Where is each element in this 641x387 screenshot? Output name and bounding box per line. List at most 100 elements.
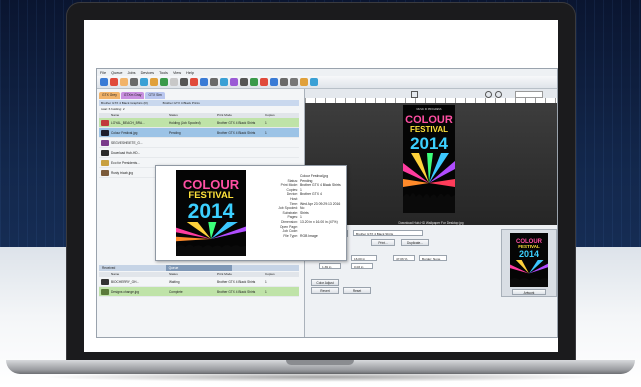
toolbar-icon-3[interactable]: [120, 78, 128, 86]
popup-line3: 2014: [187, 200, 235, 223]
menu-file[interactable]: File: [100, 71, 106, 75]
toolbar-icon-17[interactable]: [260, 78, 268, 86]
color-adjust-button[interactable]: Color Adjust: [311, 279, 339, 286]
duplicate-button[interactable]: Duplicate...: [401, 239, 429, 246]
cell-name: Designs change.jpg: [111, 289, 139, 294]
zoom-out-icon[interactable]: [495, 91, 502, 98]
job-thumbnail: [101, 169, 109, 176]
cell-mode: Brother GTX 4 Black Shirts: [217, 289, 256, 294]
toolbar-icon-15[interactable]: [240, 78, 248, 86]
menu-help[interactable]: Help: [186, 71, 194, 75]
job-info-list: Colour Festival.jpg Status: Pending Print M…: [266, 174, 344, 238]
toolbar-icon-18[interactable]: [270, 78, 278, 86]
table-row[interactable]: LOYAL_BEACH_BRA... Holding (Job Spooled) B…: [99, 118, 299, 128]
menu-queue[interactable]: Queue: [111, 71, 122, 75]
cell-copies: 1: [265, 130, 267, 135]
toolbar-icon-8[interactable]: [170, 78, 178, 86]
toolbar-icon-1[interactable]: [100, 78, 108, 86]
table-row[interactable]: Download Hub-HD...: [99, 148, 299, 158]
poster-burst: [403, 153, 455, 213]
menu-view[interactable]: View: [173, 71, 181, 75]
tab-received[interactable]: Received: [99, 265, 166, 271]
popup-burst: [176, 222, 246, 256]
cell-copies: 1: [265, 289, 267, 294]
menu-tools[interactable]: Tools: [159, 71, 168, 75]
toolbar-icon-7[interactable]: [160, 78, 168, 86]
device-select[interactable]: Brother GTX 4 Black Shirts: [353, 230, 423, 236]
height-field[interactable]: 16.00 in: [351, 255, 377, 261]
scale-field[interactable]: 47.06 %: [393, 255, 415, 261]
artwork-button[interactable]: Artwork: [512, 289, 546, 295]
y-field[interactable]: 0.03 in: [351, 263, 373, 269]
cell-mode: Brother GTX 4 Black Shirts: [217, 120, 256, 125]
canvas-poster: MUSIC IN PROGRESS COLOUR FESTIVAL 2014: [403, 105, 455, 213]
printer-tabs: GTX Grey GTXm Gray GTX Sim: [99, 92, 299, 99]
cell-status: Complete: [169, 289, 183, 294]
printer-bar[interactable]: Brother GTX 4 Black Graphics (R) Brother…: [99, 100, 299, 106]
toolbar-icon-5[interactable]: [140, 78, 148, 86]
menu-jobs[interactable]: Jobs: [128, 71, 136, 75]
print-button[interactable]: Print...: [371, 239, 395, 246]
toolbar-icon-21[interactable]: [300, 78, 308, 86]
cell-status: Waiting: [169, 279, 180, 284]
printer-bar-left: Brother GTX 4 Black Graphics (R): [101, 101, 148, 105]
job-thumbnail: [101, 119, 109, 126]
cell-name: SEGVESHEIETE_G...: [111, 140, 143, 145]
tab-gtx-sim[interactable]: GTX Sim: [145, 92, 165, 99]
toolbar-icon-2[interactable]: [110, 78, 118, 86]
thumb-poster: COLOUR FESTIVAL 2014: [510, 233, 548, 287]
toolbar-icon-4[interactable]: [130, 78, 138, 86]
cell-name: Eco for Presidents...: [111, 160, 140, 165]
zoom-fit-icon[interactable]: [411, 91, 418, 98]
x-field[interactable]: 1.39 in: [319, 263, 341, 269]
tab-gtx-grey[interactable]: GTX Grey: [99, 92, 120, 99]
toolbar-icon-11[interactable]: [200, 78, 208, 86]
toolbar-icon-13[interactable]: [220, 78, 228, 86]
job-info-popup: COLOUR FESTIVAL 2014 Colour Festival.jpg…: [155, 165, 347, 261]
cell-copies: 1: [265, 120, 267, 125]
laptop-screen: File Queue Jobs Devices Tools View Help GTX Gr…: [84, 20, 558, 352]
table-row[interactable]: SEGVESHEIETE_G...: [99, 138, 299, 148]
toolbar-icon-19[interactable]: [280, 78, 288, 86]
toolbar: [97, 76, 557, 89]
cell-name: Download Hub-HD...: [111, 150, 141, 155]
job-thumbnail: [101, 288, 109, 295]
border-select[interactable]: Border: None: [419, 255, 447, 261]
cell-mode: Brother GTX 4 Black Shirts: [217, 130, 256, 135]
toolbar-icon-6[interactable]: [150, 78, 158, 86]
table-row[interactable]: Colour Festival.jpg Pending Brother GTX 4 …: [99, 128, 299, 138]
cell-status: Holding (Job Spooled): [169, 120, 201, 125]
tab-queue[interactable]: Queue: [165, 265, 233, 271]
cell-copies: 1: [265, 279, 267, 284]
menu-devices[interactable]: Devices: [141, 71, 155, 75]
toolbar-icon-10[interactable]: [190, 78, 198, 86]
info-row: File Type: RGB Image: [266, 234, 344, 239]
toolbar-icon-9[interactable]: [180, 78, 188, 86]
poster-top-text: MUSIC IN PROGRESS: [416, 108, 442, 111]
toolbar-icon-12[interactable]: [210, 78, 218, 86]
reset-button[interactable]: Reset: [343, 287, 371, 294]
menu-bar: File Queue Jobs Devices Tools View Help: [97, 69, 557, 76]
laptop-bezel: File Queue Jobs Devices Tools View Help GTX Gr…: [66, 2, 576, 364]
toolbar-icon-14[interactable]: [230, 78, 238, 86]
popup-poster: COLOUR FESTIVAL 2014: [176, 170, 246, 256]
rip-app-window: File Queue Jobs Devices Tools View Help GTX Gr…: [96, 68, 558, 338]
job-thumbnail: [101, 278, 109, 285]
table-row[interactable]: BIOCHERRY_GH... Waiting Brother GTX 4 Blac…: [99, 277, 299, 287]
job-thumbnail: [101, 149, 109, 156]
toolbar-icon-20[interactable]: [290, 78, 298, 86]
tab-gtxm-gray[interactable]: GTXm Gray: [120, 92, 145, 99]
tab-blank[interactable]: [232, 265, 300, 271]
poster-line2: FESTIVAL: [409, 125, 449, 134]
cell-mode: Brother GTX 4 Black Shirts: [217, 279, 256, 284]
cell-name: BIOCHERRY_GH...: [111, 279, 140, 284]
table-row[interactable]: Designs change.jpg Complete Brother GTX 4 …: [99, 287, 299, 297]
thumbnail-panel: COLOUR FESTIVAL 2014 Artwork: [501, 229, 557, 297]
toolbar-icon-22[interactable]: [310, 78, 318, 86]
received-tabs: Received Queue: [99, 265, 300, 271]
toolbar-icon-16[interactable]: [250, 78, 258, 86]
cell-name: LOYAL_BEACH_BRA...: [111, 120, 145, 125]
zoom-select[interactable]: [515, 91, 543, 98]
revert-button[interactable]: Revert: [311, 287, 339, 294]
zoom-in-icon[interactable]: [485, 91, 492, 98]
